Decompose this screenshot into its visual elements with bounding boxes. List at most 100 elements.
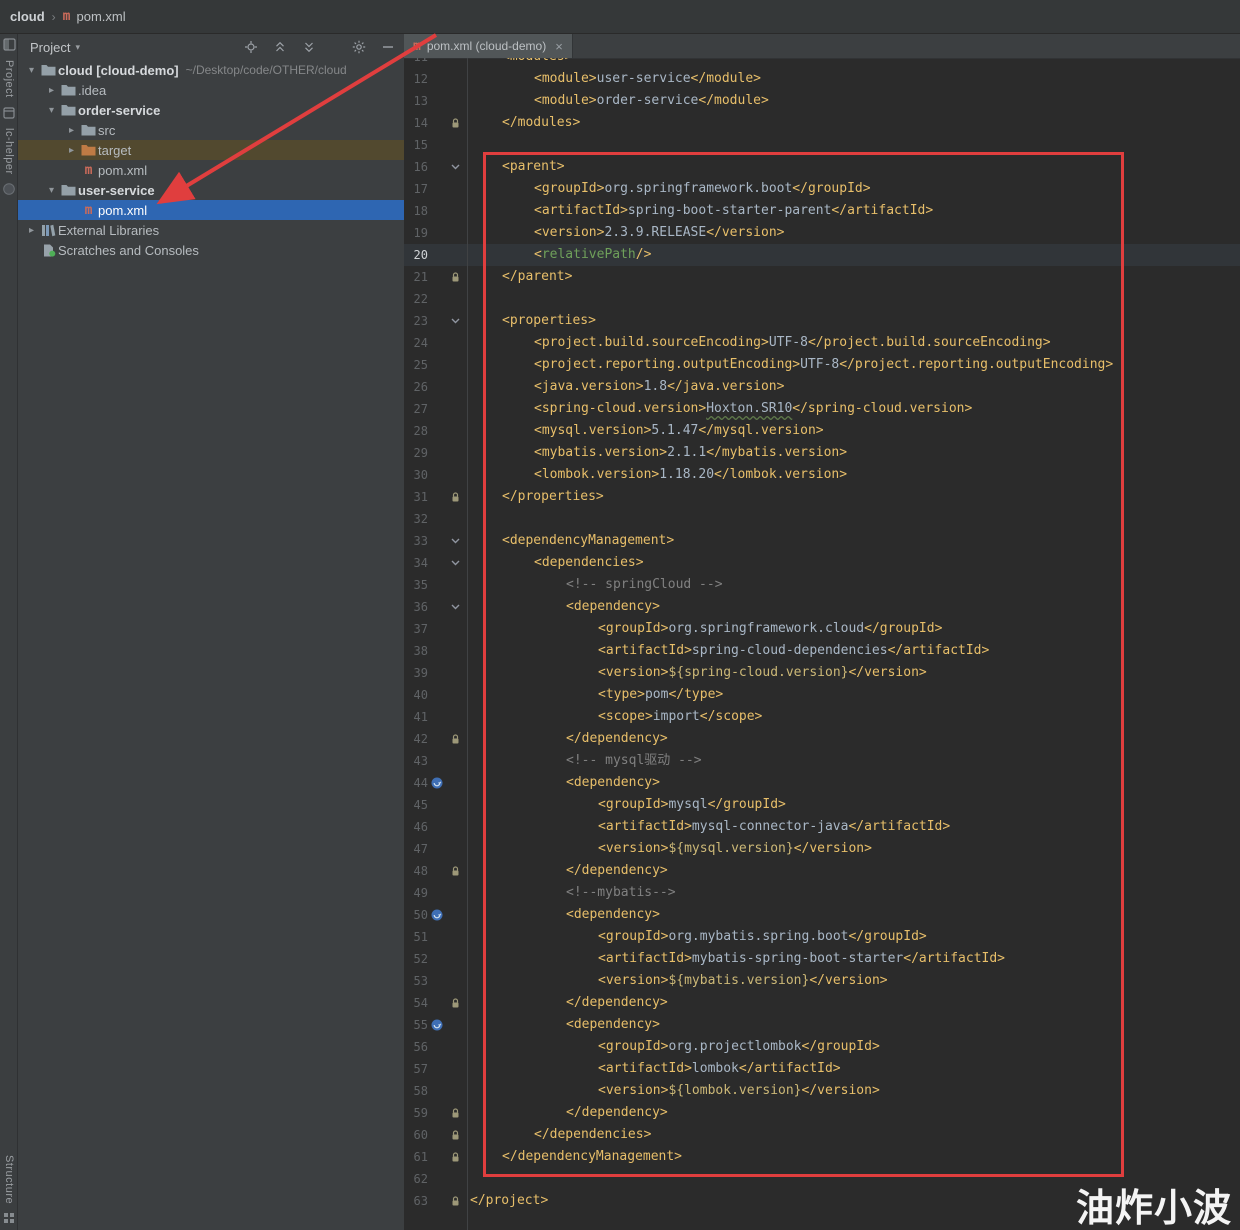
code-line-42[interactable]: 42 </dependency> — [404, 728, 1240, 750]
code-line-26[interactable]: 26 <java.version>1.8</java.version> — [404, 376, 1240, 398]
stripe-tab-project[interactable]: Project — [3, 60, 15, 98]
code-line-51[interactable]: 51 <groupId>org.mybatis.spring.boot</grou… — [404, 926, 1240, 948]
code-line-46[interactable]: 46 <artifactId>mysql-connector-java</arti… — [404, 816, 1240, 838]
code-line-36[interactable]: 36 <dependency> — [404, 596, 1240, 618]
fold-start-icon[interactable] — [446, 596, 464, 618]
tree-item-scratches-and-consoles[interactable]: Scratches and Consoles — [18, 240, 404, 260]
maven-dependency-icon[interactable] — [428, 1014, 446, 1036]
code-line-35[interactable]: 35 <!-- springCloud --> — [404, 574, 1240, 596]
code-line-15[interactable]: 15 — [404, 134, 1240, 156]
settings-icon[interactable] — [351, 39, 367, 55]
project-panel-title[interactable]: Project — [30, 40, 70, 55]
code-line-55[interactable]: 55 <dependency> — [404, 1014, 1240, 1036]
chevron-collapsed-icon[interactable]: ▸ — [64, 145, 79, 156]
code-line-13[interactable]: 13 <module>order-service</module> — [404, 90, 1240, 112]
code-line-44[interactable]: 44 <dependency> — [404, 772, 1240, 794]
code-line-48[interactable]: 48 </dependency> — [404, 860, 1240, 882]
fold-end-lock-icon[interactable] — [446, 112, 464, 134]
code-line-40[interactable]: 40 <type>pom</type> — [404, 684, 1240, 706]
code-line-25[interactable]: 25 <project.reporting.outputEncoding>UTF-… — [404, 354, 1240, 376]
fold-end-lock-icon[interactable] — [446, 1190, 464, 1212]
tab-pom-xml[interactable]: m pom.xml (cloud-demo) × — [404, 34, 573, 58]
grid-icon[interactable] — [3, 1212, 15, 1224]
fold-end-lock-icon[interactable] — [446, 486, 464, 508]
expand-all-icon[interactable] — [301, 39, 317, 55]
code-line-12[interactable]: 12 <module>user-service</module> — [404, 68, 1240, 90]
code-line-31[interactable]: 31 </properties> — [404, 486, 1240, 508]
chevron-expanded-icon[interactable]: ▾ — [44, 105, 59, 116]
tool-window-icon[interactable] — [2, 38, 16, 51]
close-icon[interactable]: × — [555, 40, 563, 53]
code-line-16[interactable]: 16 <parent> — [404, 156, 1240, 178]
tree-item-order-service[interactable]: ▾ order-service — [18, 100, 404, 120]
code-line-53[interactable]: 53 <version>${mybatis.version}</version> — [404, 970, 1240, 992]
tree-item-user-service[interactable]: ▾ user-service — [18, 180, 404, 200]
code-line-11[interactable]: 11 <modules> — [404, 58, 1240, 68]
tree-item-target[interactable]: ▸ target — [18, 140, 404, 160]
chevron-expanded-icon[interactable]: ▾ — [44, 185, 59, 196]
fold-end-lock-icon[interactable] — [446, 860, 464, 882]
locate-icon[interactable] — [243, 39, 259, 55]
code-line-29[interactable]: 29 <mybatis.version>2.1.1</mybatis.versio… — [404, 442, 1240, 464]
fold-start-icon[interactable] — [446, 156, 464, 178]
stripe-tab-structure[interactable]: Structure — [3, 1155, 15, 1204]
chevron-expanded-icon[interactable]: ▾ — [24, 65, 39, 76]
code-line-54[interactable]: 54 </dependency> — [404, 992, 1240, 1014]
window-icon[interactable] — [3, 107, 15, 119]
code-line-33[interactable]: 33 <dependencyManagement> — [404, 530, 1240, 552]
code-line-58[interactable]: 58 <version>${lombok.version}</version> — [404, 1080, 1240, 1102]
maven-dependency-icon[interactable] — [428, 904, 446, 926]
breadcrumb-project[interactable]: cloud — [10, 9, 45, 24]
code-line-57[interactable]: 57 <artifactId>lombok</artifactId> — [404, 1058, 1240, 1080]
code-line-28[interactable]: 28 <mysql.version>5.1.47</mysql.version> — [404, 420, 1240, 442]
maven-dependency-icon[interactable] — [428, 772, 446, 794]
chevron-collapsed-icon[interactable]: ▸ — [64, 125, 79, 136]
code-line-63[interactable]: 63 </project> — [404, 1190, 1240, 1212]
breadcrumb-file[interactable]: pom.xml — [77, 9, 126, 24]
code-line-20[interactable]: 20 <relativePath/> — [404, 244, 1240, 266]
code-line-22[interactable]: 22 — [404, 288, 1240, 310]
tree-item-pom-xml[interactable]: m pom.xml — [18, 200, 404, 220]
code-editor[interactable]: 11<modules>12<module>user-service</modul… — [404, 58, 1240, 1230]
code-line-39[interactable]: 39 <version>${spring-cloud.version}</vers… — [404, 662, 1240, 684]
code-line-38[interactable]: 38 <artifactId>spring-cloud-dependencies<… — [404, 640, 1240, 662]
tree-item-idea[interactable]: ▸ .idea — [18, 80, 404, 100]
code-line-32[interactable]: 32 — [404, 508, 1240, 530]
chevron-down-icon[interactable]: ▾ — [75, 42, 80, 53]
code-line-23[interactable]: 23 <properties> — [404, 310, 1240, 332]
code-line-52[interactable]: 52 <artifactId>mybatis-spring-boot-starte… — [404, 948, 1240, 970]
code-line-27[interactable]: 27 <spring-cloud.version>Hoxton.SR10</spr… — [404, 398, 1240, 420]
code-line-21[interactable]: 21 </parent> — [404, 266, 1240, 288]
fold-end-lock-icon[interactable] — [446, 1102, 464, 1124]
code-line-50[interactable]: 50 <dependency> — [404, 904, 1240, 926]
fold-end-lock-icon[interactable] — [446, 1124, 464, 1146]
code-line-60[interactable]: 60 </dependencies> — [404, 1124, 1240, 1146]
code-line-17[interactable]: 17 <groupId>org.springframework.boot</gro… — [404, 178, 1240, 200]
tree-item-external-libraries[interactable]: ▸ External Libraries — [18, 220, 404, 240]
fold-end-lock-icon[interactable] — [446, 1146, 464, 1168]
fold-end-lock-icon[interactable] — [446, 992, 464, 1014]
code-line-62[interactable]: 62 — [404, 1168, 1240, 1190]
code-line-43[interactable]: 43 <!-- mysql驱动 --> — [404, 750, 1240, 772]
code-line-14[interactable]: 14 </modules> — [404, 112, 1240, 134]
chevron-collapsed-icon[interactable]: ▸ — [44, 85, 59, 96]
code-line-18[interactable]: 18 <artifactId>spring-boot-starter-parent… — [404, 200, 1240, 222]
code-line-47[interactable]: 47 <version>${mysql.version}</version> — [404, 838, 1240, 860]
collapse-all-icon[interactable] — [272, 39, 288, 55]
code-line-45[interactable]: 45 <groupId>mysql</groupId> — [404, 794, 1240, 816]
fold-start-icon[interactable] — [446, 310, 464, 332]
tree-item-pom-xml[interactable]: m pom.xml — [18, 160, 404, 180]
code-line-61[interactable]: 61 </dependencyManagement> — [404, 1146, 1240, 1168]
code-line-24[interactable]: 24 <project.build.sourceEncoding>UTF-8</p… — [404, 332, 1240, 354]
code-line-49[interactable]: 49 <!--mybatis--> — [404, 882, 1240, 904]
code-line-41[interactable]: 41 <scope>import</scope> — [404, 706, 1240, 728]
fold-start-icon[interactable] — [446, 530, 464, 552]
fold-start-icon[interactable] — [446, 552, 464, 574]
fold-end-lock-icon[interactable] — [446, 728, 464, 750]
plugin-circle-icon[interactable] — [3, 183, 15, 196]
hide-icon[interactable] — [380, 39, 396, 55]
stripe-tab-lc-helper[interactable]: lc-helper — [3, 128, 15, 175]
code-line-30[interactable]: 30 <lombok.version>1.18.20</lombok.versio… — [404, 464, 1240, 486]
tree-item-cloud-cloud-demo[interactable]: ▾ cloud [cloud-demo] ~/Desktop/code/OTHER/… — [18, 60, 404, 80]
code-line-37[interactable]: 37 <groupId>org.springframework.cloud</gr… — [404, 618, 1240, 640]
